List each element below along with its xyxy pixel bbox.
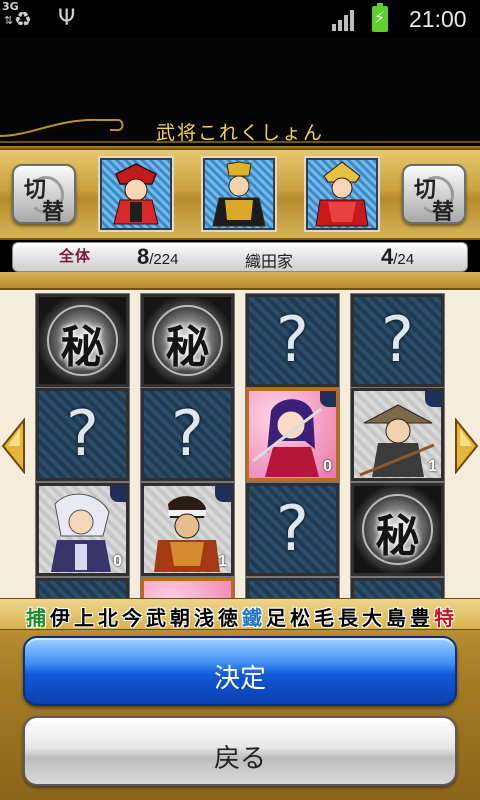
clan-filter-item[interactable]: 毛 (314, 602, 334, 631)
general-card-unknown[interactable]: ? (36, 388, 129, 481)
secret-glyph: 秘 (375, 511, 420, 562)
back-button[interactable]: 戻る (23, 716, 457, 786)
general-card-secret[interactable]: 秘 (141, 294, 234, 387)
general-gold-armor-icon (212, 161, 266, 227)
clan-filter-item[interactable]: 浅 (194, 602, 214, 631)
battery-charging-icon: ⚡ (372, 3, 388, 32)
back-button-label: 戻る (213, 744, 266, 774)
secret-glyph: 秘 (165, 322, 210, 373)
general-card-secret[interactable]: 秘 (351, 483, 444, 576)
status-clock: 21:00 (409, 6, 467, 32)
status-bar: ♻ Ψ 3G ⇅ ⚡ 21:00 (0, 0, 480, 38)
clan-filter-item[interactable]: 今 (122, 602, 142, 631)
clan-filter-item[interactable]: 豊 (410, 602, 430, 631)
clan-filter-item[interactable]: 捕 (26, 602, 46, 631)
page-left-arrow-icon[interactable] (0, 418, 26, 474)
general-red-helmet-icon (113, 163, 159, 225)
clan-filter-item[interactable]: 上 (74, 602, 94, 631)
general-card-unknown[interactable] (351, 578, 444, 600)
page-title: 武将これくしょん (155, 122, 324, 144)
clan-name: 織田家 (245, 252, 294, 271)
question-mark-icon: ? (66, 397, 99, 470)
clan-filter-item[interactable]: 長 (338, 602, 358, 631)
general-card-unknown[interactable] (246, 578, 339, 600)
clan-filter-bar: 捕 伊 上 北 今 武 朝 浅 徳 鐵 足 松 毛 長 大 島 豊 特 (0, 598, 480, 630)
owned-count: 1 (428, 458, 437, 475)
featured-general-2[interactable] (203, 158, 275, 230)
question-mark-icon: ? (171, 397, 204, 470)
general-card-owned[interactable]: 0 (246, 388, 339, 481)
general-card-unknown[interactable]: ? (246, 294, 339, 387)
clan-filter-item[interactable]: 朝 (170, 602, 190, 631)
general-card-unknown[interactable]: ? (141, 388, 234, 481)
page-right-arrow-icon[interactable] (454, 418, 480, 474)
featured-bar: 切 替 切 替 (0, 150, 480, 240)
general-card-owned[interactable]: 0 (36, 483, 129, 576)
owned-count: 1 (218, 553, 227, 570)
clan-filter-item[interactable]: 徳 (218, 602, 238, 631)
clan-filter-item[interactable]: 北 (98, 602, 118, 631)
owned-count: 0 (323, 458, 332, 475)
general-card-unknown[interactable] (36, 578, 129, 600)
question-mark-icon: ? (276, 492, 309, 565)
clan-count: 4/24 (381, 244, 415, 269)
switch-right-button[interactable]: 切 替 (402, 164, 466, 225)
switch-left-button[interactable]: 切 替 (12, 164, 76, 225)
counter-divider (0, 272, 480, 290)
clan-filter-item[interactable]: 足 (266, 602, 286, 631)
overall-count: 8/224 (137, 244, 179, 269)
general-card-secret[interactable]: 秘 (36, 294, 129, 387)
featured-general-1[interactable] (100, 158, 172, 230)
general-red-samurai-icon (315, 161, 369, 227)
featured-general-3[interactable] (306, 158, 378, 230)
collection-counter-bar: 全体 8/224 織田家 4/24 (12, 242, 468, 272)
overall-label: 全体 (59, 247, 92, 265)
clan-filter-item[interactable]: 松 (290, 602, 310, 631)
general-card-unknown[interactable]: ? (351, 294, 444, 387)
clan-filter-item-selected[interactable]: 鐵 (242, 602, 262, 631)
owned-count: 0 (113, 553, 122, 570)
clan-filter-item[interactable]: 特 (434, 602, 454, 631)
general-card-owned[interactable]: 1 (351, 388, 444, 481)
general-card-owned[interactable]: 1 (141, 483, 234, 576)
general-card-owned[interactable] (141, 578, 234, 600)
usb-icon: Ψ (58, 6, 76, 31)
secret-glyph: 秘 (60, 322, 105, 373)
clan-filter-item[interactable]: 伊 (50, 602, 70, 631)
clan-filter-item[interactable]: 大 (362, 602, 382, 631)
signal-strength-icon (332, 9, 356, 31)
clan-filter-item[interactable]: 武 (146, 602, 166, 631)
clan-filter-item[interactable]: 島 (386, 602, 406, 631)
decide-button-label: 決定 (213, 664, 266, 694)
decide-button[interactable]: 決定 (23, 636, 457, 706)
collection-grid: 秘 秘 ? ? ? ? 0 1 0 1 ? 秘 (0, 290, 480, 600)
general-card-unknown[interactable]: ? (246, 483, 339, 576)
question-mark-icon: ? (276, 303, 309, 376)
question-mark-icon: ? (381, 303, 414, 376)
